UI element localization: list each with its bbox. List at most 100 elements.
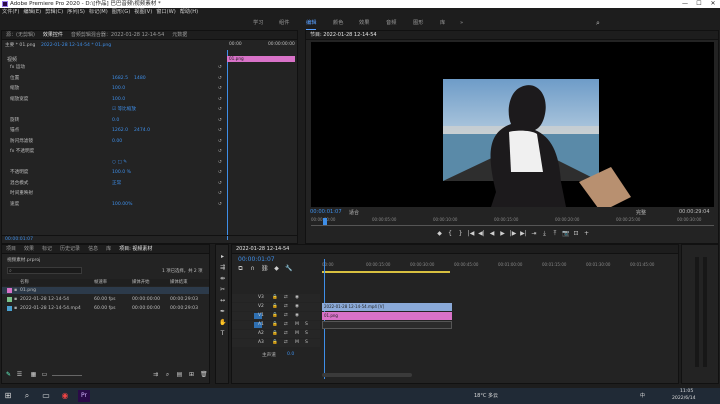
ec-property-row[interactable]: 位置 1682.5 1480 ↺ (2, 75, 226, 82)
track-header[interactable]: A3 🔒 ⇄ M S (232, 339, 320, 347)
timeline-timecode[interactable]: 00:00:01:07 (238, 256, 275, 263)
menu-file[interactable]: 文件(F) (2, 8, 19, 17)
ec-property-value[interactable]: ○ □ ✎ (112, 159, 127, 166)
project-column-header[interactable]: 帧速率 (94, 279, 107, 286)
work-area-bar[interactable] (322, 271, 450, 273)
taskbar-search-icon[interactable]: ⌕ (21, 390, 33, 402)
ec-property-row[interactable]: 混合模式 正常 ↺ (2, 180, 226, 187)
tab-effects[interactable]: 效果 (20, 245, 38, 253)
sequence-clip-name[interactable]: 2022-01-28 12-14-54 * 01.png (41, 43, 111, 48)
pen-tool-icon[interactable]: ✒ (219, 308, 226, 315)
lift-button[interactable]: ⤓ (541, 230, 548, 237)
ec-property-value[interactable]: 100.00% (112, 201, 132, 208)
timeline-ruler[interactable]: 00:00 00:00:15:00 00:00:30:00 00:00:45:00 00… (322, 259, 676, 271)
menu-view[interactable]: 视图(V) (134, 8, 152, 17)
search-icon[interactable]: ⌕ (596, 17, 600, 29)
sync-lock-icon[interactable]: ⇄ (284, 294, 288, 302)
list-view-icon[interactable]: ☰ (16, 371, 23, 378)
ec-property-row[interactable]: ☑ 等比缩放 ↺ (2, 106, 226, 113)
ec-property-value[interactable]: 100.0 % (112, 169, 131, 176)
ec-playhead[interactable] (227, 50, 228, 240)
ec-property-row[interactable]: 不透明度 100.0 % ↺ (2, 169, 226, 176)
eye-icon[interactable]: ◉ (295, 312, 299, 320)
ec-property-row[interactable]: 时间重映射 ↺ (2, 190, 226, 197)
reset-icon[interactable]: ↺ (218, 85, 222, 92)
tab-project-media[interactable]: 项目: 视频素材 (115, 245, 156, 253)
go-to-next-button[interactable]: ▶| (520, 230, 527, 237)
lock-icon[interactable]: 🔒 (272, 330, 278, 338)
step-forward-button[interactable]: |▶ (510, 230, 517, 237)
reset-icon[interactable]: ↺ (218, 190, 222, 197)
reset-icon[interactable]: ↺ (218, 127, 222, 134)
find-icon[interactable]: ⌕ (164, 371, 171, 378)
solo-icon[interactable]: S (305, 321, 308, 329)
program-ruler[interactable]: 00:00:00:0000:00:05:0000:00:10:0000:00:1… (311, 216, 714, 226)
project-item-row[interactable]: ▪ 2022-01-28 12-14-54 60.00 fps 00:00:00:00… (2, 296, 209, 303)
close-button[interactable]: ✕ (708, 0, 718, 8)
ec-property-value-2[interactable]: 2474.0 (134, 127, 150, 134)
mute-icon[interactable]: M (295, 330, 299, 338)
ec-property-row[interactable]: 缩放宽度 100.0 ↺ (2, 96, 226, 103)
lock-icon[interactable]: 🔒 (272, 339, 278, 347)
ec-property-value[interactable]: 0.00 (112, 138, 122, 145)
play-button[interactable]: ▶ (499, 230, 506, 237)
ec-property-row[interactable]: 旋转 0.0 ↺ (2, 117, 226, 124)
workspace-libraries[interactable]: 库 (440, 17, 445, 29)
weather-widget[interactable]: 18°C 多云 (474, 392, 498, 399)
ime-indicator[interactable]: 中 (640, 392, 645, 399)
ec-property-row[interactable]: 缩放 100.0 ↺ (2, 85, 226, 92)
tab-info[interactable]: 信息 (84, 245, 102, 253)
sync-lock-icon[interactable]: ⇄ (284, 312, 288, 320)
add-button[interactable]: + (583, 230, 590, 237)
tab-markers[interactable]: 标记 (38, 245, 56, 253)
sync-lock-icon[interactable]: ⇄ (284, 303, 288, 311)
reset-icon[interactable]: ↺ (218, 138, 222, 145)
mute-icon[interactable]: M (295, 321, 299, 329)
workspace-graphics[interactable]: 图形 (413, 17, 423, 29)
taskbar-app-icon[interactable]: ◉ (59, 390, 71, 402)
ec-property-value[interactable]: 1262.0 (112, 127, 128, 134)
freeform-view-icon[interactable]: ▭ (41, 371, 48, 378)
menu-sequence[interactable]: 序列(S) (67, 8, 85, 17)
tab-source[interactable]: 源：(无剪辑) (2, 31, 39, 39)
automate-to-sequence-icon[interactable]: ⇉ (152, 371, 159, 378)
go-to-out-button[interactable]: ◀| (478, 230, 485, 237)
lock-icon[interactable]: 🔒 (272, 312, 278, 320)
program-title[interactable]: 节目: 2022-01-28 12-14-54 (306, 31, 381, 39)
ripple-edit-tool-icon[interactable]: ⇹ (219, 275, 226, 282)
workspace-assembly[interactable]: 组件 (279, 17, 289, 29)
reset-icon[interactable]: ↺ (218, 106, 222, 113)
ec-footer-timecode[interactable]: 00:00:01:07 (5, 237, 33, 242)
ec-property-value[interactable]: 0.0 (112, 117, 119, 124)
ec-property-value[interactable]: ☑ 等比缩放 (112, 106, 136, 113)
trash-icon[interactable]: 🗑 (200, 371, 208, 378)
project-column-header[interactable]: 媒体开始 (132, 279, 150, 286)
ec-property-row[interactable]: 锚点 1262.0 2474.0 ↺ (2, 127, 226, 134)
timeline-clip[interactable]: 01.png (322, 312, 452, 320)
track-header[interactable]: V1 🔒 ⇄ ◉ (232, 312, 320, 320)
new-bin-icon[interactable]: ▤ (176, 371, 183, 378)
workspace-audio[interactable]: 音频 (386, 17, 396, 29)
program-fit-dropdown[interactable]: 适合 (349, 209, 359, 216)
project-item-row[interactable]: ▪ 2022-01-28 12-14-54.mp4 60.00 fps 00:00:0… (2, 305, 209, 312)
hand-tool-icon[interactable]: ✋ (219, 319, 226, 326)
workspace-more[interactable]: » (460, 17, 463, 29)
ec-property-value[interactable]: 1682.5 (112, 75, 128, 82)
slip-tool-icon[interactable]: ↔ (219, 297, 226, 304)
program-timecode[interactable]: 00:00:01:07 (310, 209, 342, 215)
reset-icon[interactable]: ↺ (218, 148, 222, 155)
program-viewer[interactable] (311, 42, 714, 212)
add-marker-button[interactable]: ◆ (436, 230, 443, 237)
track-select-tool-icon[interactable]: ⇶ (219, 264, 226, 271)
ec-property-value-2[interactable]: 1480 (134, 75, 146, 82)
tab-history[interactable]: 历史记录 (56, 245, 84, 253)
ec-clip-bar[interactable]: 01.png (227, 56, 295, 62)
project-search-input[interactable] (13, 268, 74, 273)
reset-icon[interactable]: ↺ (218, 180, 222, 187)
write-lock-icon[interactable]: ✎ (5, 371, 12, 378)
wrench-icon[interactable]: 🔧 (285, 265, 292, 272)
reset-icon[interactable]: ↺ (218, 117, 222, 124)
eye-icon[interactable]: ◉ (295, 294, 299, 302)
track-header[interactable]: A1 🔒 ⇄ M S (232, 321, 320, 329)
export-frame-button[interactable]: 📷 (562, 230, 569, 237)
